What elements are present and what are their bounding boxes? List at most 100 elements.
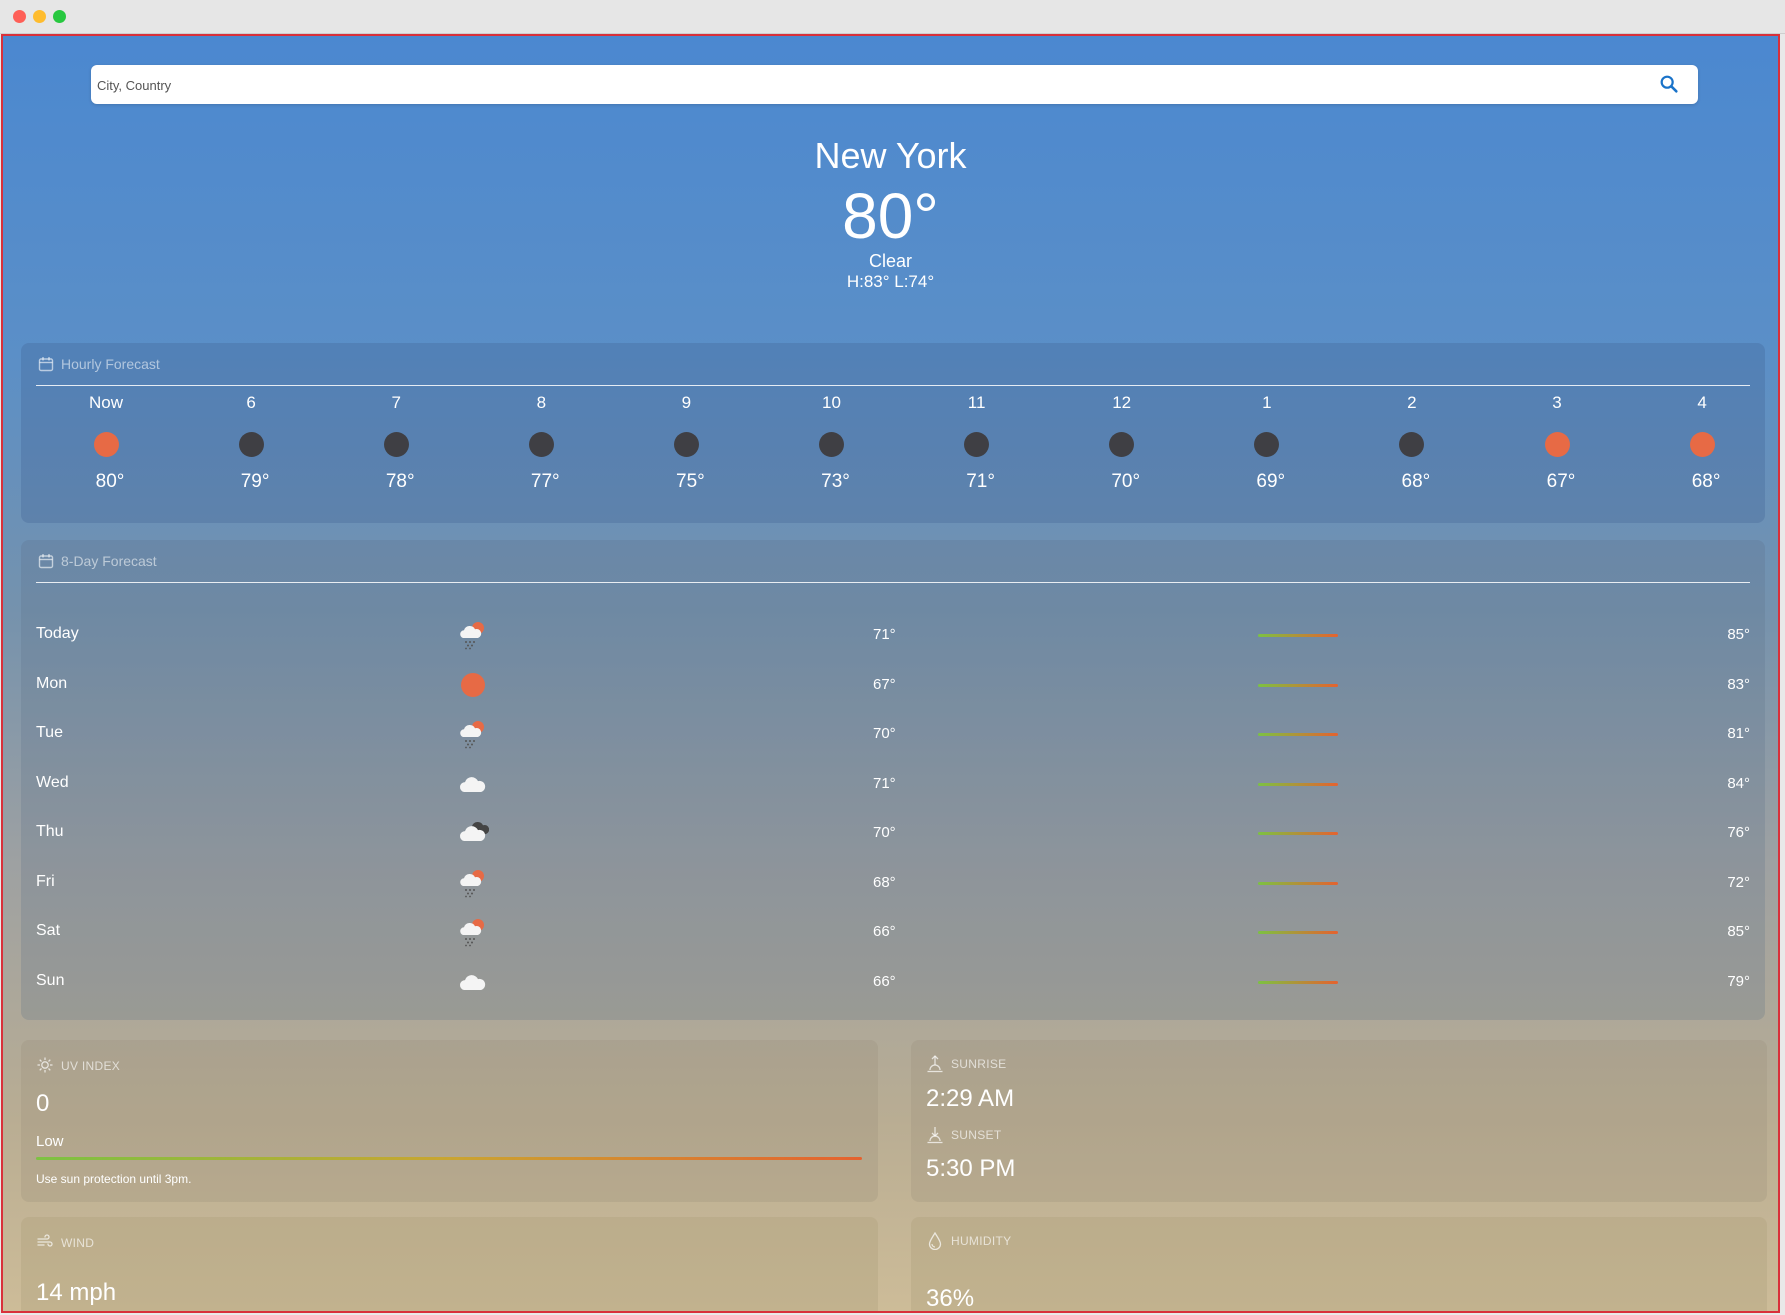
high-temperature: 84° bbox=[1727, 774, 1750, 792]
daily-forecast-row: Wed 71° 84° bbox=[36, 765, 1750, 805]
high-temperature: 81° bbox=[1727, 725, 1750, 742]
hourly-time: 10 bbox=[822, 393, 841, 412]
daily-forecast-panel: 8-Day Forecast Today 71° 85° Mon 67° 83° Tue 70… bbox=[21, 540, 1765, 1020]
daily-forecast-row: Tue 70° 81° bbox=[36, 715, 1750, 755]
cloud-icon bbox=[457, 769, 489, 799]
high-temperature: 76° bbox=[1727, 824, 1750, 841]
uv-index-level: Low bbox=[36, 1133, 64, 1150]
search-input[interactable] bbox=[95, 65, 1639, 106]
temperature-range-bar bbox=[1258, 980, 1338, 984]
cloud-icon bbox=[457, 967, 489, 997]
hourly-time: 6 bbox=[246, 393, 256, 412]
hourly-time: 1 bbox=[1262, 393, 1272, 412]
sun-icon bbox=[37, 1057, 53, 1073]
current-condition: Clear bbox=[868, 251, 912, 271]
hourly-temperature: 67° bbox=[1546, 471, 1576, 492]
day-name: Fri bbox=[36, 872, 55, 890]
rain-sun-icon bbox=[457, 620, 489, 650]
hourly-item: 12 70° bbox=[1067, 393, 1177, 493]
humidity-drop-icon bbox=[927, 1231, 943, 1251]
humidity-value: 36% bbox=[926, 1285, 975, 1312]
low-temperature: 68° bbox=[873, 873, 896, 891]
minimize-window-button[interactable] bbox=[33, 10, 46, 23]
search-bar bbox=[91, 65, 1698, 106]
hourly-time: 9 bbox=[681, 393, 692, 412]
hourly-item: 11 71° bbox=[922, 393, 1032, 493]
high-temperature: 72° bbox=[1727, 873, 1750, 891]
hourly-time: 3 bbox=[1552, 393, 1562, 412]
close-window-button[interactable] bbox=[13, 10, 26, 23]
temperature-range-bar bbox=[1258, 881, 1338, 885]
day-name: Thu bbox=[36, 823, 64, 840]
wind-speed: 14 mph bbox=[36, 1279, 117, 1306]
sunrise-sunset-card: SUNRISE 2:29 AM SUNSET 5:30 PM bbox=[911, 1040, 1767, 1202]
hourly-temperature: 69° bbox=[1256, 471, 1286, 492]
hourly-item: 2 68° bbox=[1357, 393, 1467, 493]
sunset-label: SUNSET bbox=[951, 1128, 1002, 1142]
sunrise-time: 2:29 AM bbox=[926, 1085, 1015, 1112]
sun-icon bbox=[93, 432, 119, 457]
high-temperature: 85° bbox=[1727, 923, 1750, 940]
low-temperature: 66° bbox=[873, 972, 896, 990]
hourly-temperature: 78° bbox=[385, 471, 415, 492]
hourly-item: 9 75° bbox=[631, 393, 741, 493]
hourly-temperature: 79° bbox=[240, 471, 270, 492]
sunrise-icon bbox=[927, 1055, 943, 1073]
day-name: Mon bbox=[36, 674, 68, 692]
moon-icon bbox=[1254, 432, 1280, 457]
high-temperature: 83° bbox=[1727, 675, 1750, 693]
hourly-temperature: 68° bbox=[1401, 471, 1431, 492]
search-icon[interactable] bbox=[1658, 73, 1680, 95]
city-name: New York bbox=[814, 135, 967, 176]
app-viewport: New York 80° Clear H:83° L:74° Hourly Fo… bbox=[1, 34, 1780, 1313]
hourly-time: Now bbox=[88, 393, 123, 412]
hourly-forecast-title: Hourly Forecast bbox=[61, 356, 160, 372]
hourly-temperature: 77° bbox=[530, 471, 560, 492]
hourly-time: 11 bbox=[967, 393, 986, 412]
temperature-range-bar bbox=[1258, 931, 1338, 934]
uv-index-card: UV INDEX 0 Low Use sun protection until … bbox=[21, 1040, 878, 1202]
uv-index-value: 0 bbox=[36, 1090, 50, 1117]
hourly-temperature: 70° bbox=[1111, 471, 1141, 492]
hourly-temperature: 75° bbox=[676, 471, 705, 492]
low-temperature: 67° bbox=[873, 675, 896, 693]
hourly-time: 4 bbox=[1697, 393, 1707, 412]
low-temperature: 70° bbox=[873, 824, 896, 841]
temperature-range-bar bbox=[1258, 733, 1338, 736]
hourly-forecast-panel: Hourly Forecast Now 80° 6 79° 7 78° 8 77° 9 75° 10… bbox=[21, 343, 1765, 523]
day-name: Sun bbox=[36, 971, 65, 989]
daily-forecast-row: Sun 66° 79° bbox=[36, 963, 1750, 1003]
wind-card: WIND 14 mph bbox=[21, 1217, 878, 1311]
cloudy-icon bbox=[457, 818, 490, 848]
daily-forecast-row: Today 71° 85° bbox=[36, 616, 1750, 656]
moon-icon bbox=[673, 432, 699, 457]
uv-index-scale bbox=[36, 1157, 862, 1160]
wind-label: WIND bbox=[61, 1236, 95, 1250]
sunset-time: 5:30 PM bbox=[926, 1155, 1016, 1182]
moon-icon bbox=[819, 432, 844, 457]
hourly-forecast-header: Hourly Forecast bbox=[36, 343, 1750, 386]
hourly-time: 7 bbox=[391, 393, 401, 412]
moon-icon bbox=[238, 432, 264, 457]
hourly-item: 1 69° bbox=[1212, 393, 1322, 493]
temperature-range-bar bbox=[1258, 832, 1338, 835]
moon-icon bbox=[1399, 432, 1425, 457]
zoom-window-button[interactable] bbox=[53, 10, 66, 23]
current-temperature: 80° bbox=[842, 180, 939, 252]
uv-index-note: Use sun protection until 3pm. bbox=[36, 1172, 192, 1186]
hourly-temperature: 80° bbox=[95, 471, 125, 492]
hourly-time: 2 bbox=[1407, 393, 1417, 412]
humidity-card: HUMIDITY 36% bbox=[911, 1217, 1767, 1312]
temperature-range-bar bbox=[1258, 782, 1338, 786]
rain-sun-icon bbox=[457, 868, 489, 898]
hourly-temperature: 71° bbox=[966, 471, 995, 492]
temperature-range-bar bbox=[1258, 683, 1338, 687]
sunset-icon bbox=[927, 1126, 943, 1144]
daily-forecast-header: 8-Day Forecast bbox=[36, 540, 1750, 583]
sun-icon bbox=[457, 670, 489, 700]
hourly-item: 6 79° bbox=[196, 393, 306, 493]
hourly-temperature: 73° bbox=[821, 471, 850, 492]
calendar-icon bbox=[38, 356, 54, 372]
day-name: Today bbox=[36, 625, 79, 642]
moon-icon bbox=[964, 432, 990, 457]
